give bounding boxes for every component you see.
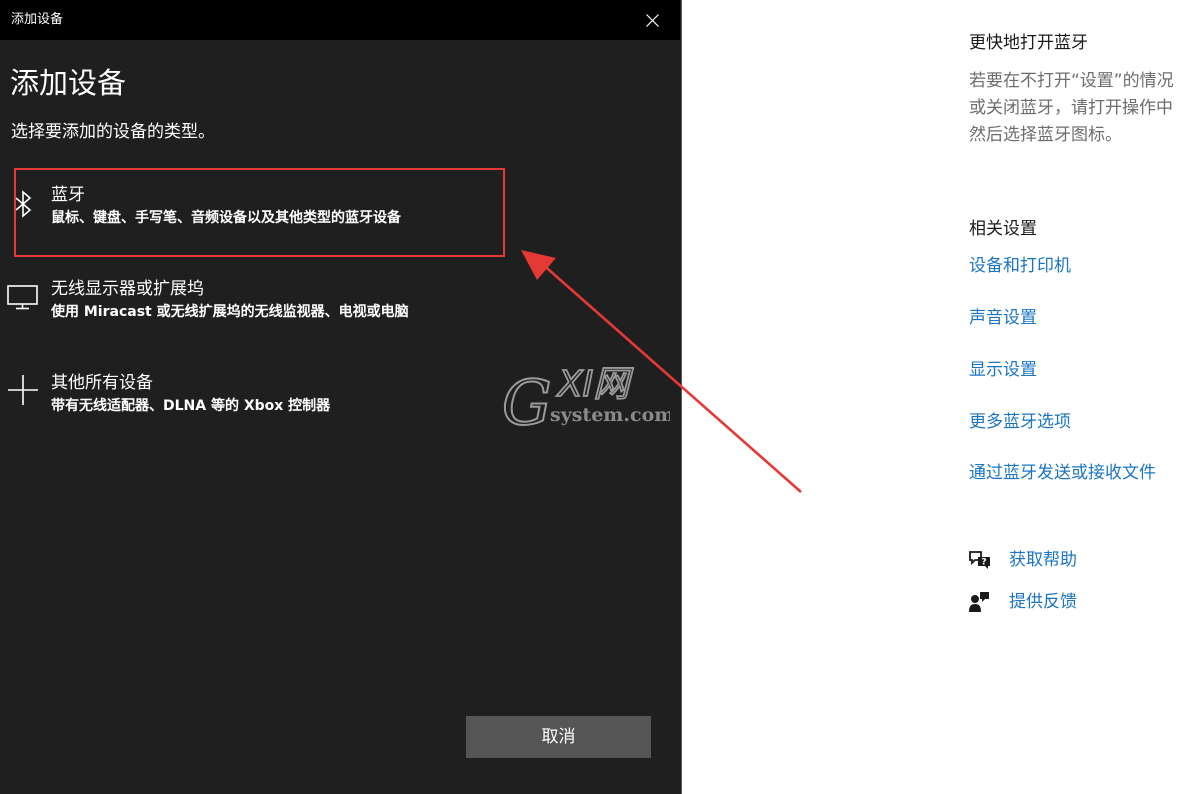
svg-text:?: ? [981, 558, 986, 568]
bluetooth-highlight-box [14, 168, 505, 257]
quick-text-line: 若要在不打开“设置”的情况 [969, 71, 1174, 91]
option-title: 其他所有设备 [51, 373, 153, 393]
quick-text-line: 或关闭蓝牙，请打开操作中 [969, 98, 1173, 118]
give-feedback-link[interactable]: 提供反馈 [968, 589, 1168, 615]
link-devices-printers[interactable]: 设备和打印机 [969, 254, 1071, 278]
option-description: 带有无线适配器、DLNA 等的 Xbox 控制器 [51, 398, 331, 414]
link-sound-settings[interactable]: 声音设置 [969, 306, 1037, 330]
give-feedback-label: 提供反馈 [1009, 592, 1077, 612]
watermark-domain: system.com [550, 404, 670, 426]
feedback-icon [969, 592, 989, 612]
link-more-bluetooth-options[interactable]: 更多蓝牙选项 [969, 410, 1071, 434]
close-button[interactable] [624, 0, 680, 40]
monitor-icon [7, 285, 38, 310]
watermark-brand: XI网 [556, 364, 633, 405]
related-settings-heading: 相关设置 [969, 219, 1037, 239]
link-display-settings[interactable]: 显示设置 [969, 358, 1037, 382]
quick-bluetooth-heading: 更快地打开蓝牙 [969, 33, 1088, 53]
window-title: 添加设备 [11, 12, 64, 27]
quick-bluetooth-text: 若要在不打开“设置”的情况 或关闭蓝牙，请打开操作中 然后选择蓝牙图标。 [969, 68, 1197, 149]
dialog-titlebar: 添加设备 [0, 0, 680, 40]
close-icon [646, 14, 659, 27]
plus-icon [8, 375, 38, 405]
get-help-link[interactable]: ? 获取帮助 [968, 547, 1168, 573]
quick-text-line: 然后选择蓝牙图标。 [969, 125, 1122, 145]
get-help-label: 获取帮助 [1009, 550, 1077, 570]
site-watermark: G XI网 system.com [501, 363, 670, 438]
option-description: 使用 Miracast 或无线扩展坞的无线监视器、电视或电脑 [51, 304, 409, 320]
option-wireless-display[interactable]: 无线显示器或扩展坞 使用 Miracast 或无线扩展坞的无线监视器、电视或电脑 [4, 277, 664, 347]
link-send-receive-files[interactable]: 通过蓝牙发送或接收文件 [969, 461, 1156, 485]
dialog-heading: 添加设备 [10, 66, 127, 100]
dialog-subtitle: 选择要添加的设备的类型。 [11, 122, 215, 142]
help-chat-icon: ? [969, 551, 990, 569]
cancel-button[interactable]: 取消 [466, 716, 651, 758]
watermark-letter: G [502, 366, 552, 438]
option-title: 无线显示器或扩展坞 [51, 279, 204, 299]
